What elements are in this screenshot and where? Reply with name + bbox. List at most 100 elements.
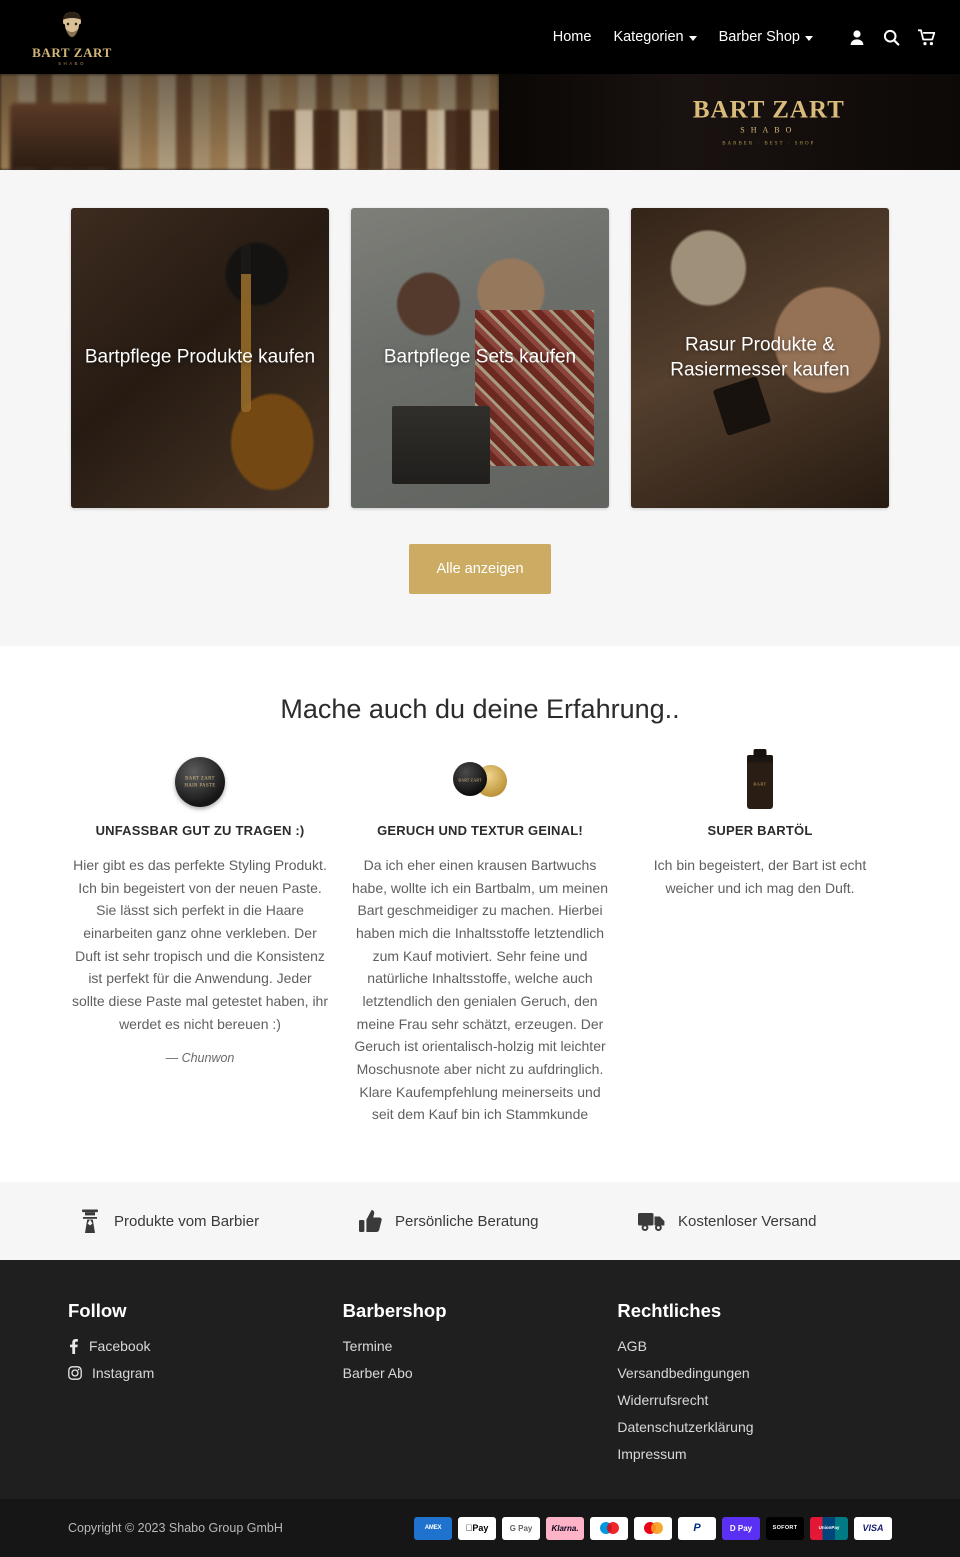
- footer-link-datenschutzerklaerung[interactable]: Datenschutzerklärung: [617, 1419, 892, 1435]
- cart-icon[interactable]: [918, 28, 936, 46]
- footer-column-title: Follow: [68, 1300, 127, 1322]
- chevron-down-icon: [805, 35, 813, 41]
- testimonial-item: BART ZART GERUCH UND TEXTUR GEINAL! Da i…: [351, 753, 609, 1142]
- payment-icon-shop-pay: D Pay: [722, 1516, 760, 1540]
- footer-link-label: AGB: [617, 1338, 647, 1355]
- instagram-icon: [68, 1366, 82, 1380]
- footer-link-impressum[interactable]: Impressum: [617, 1446, 892, 1462]
- footer-link-label: Facebook: [89, 1338, 151, 1355]
- search-icon[interactable]: [883, 29, 900, 46]
- category-card-bartpflege-produkte[interactable]: Bartpflege Produkte kaufen: [71, 208, 329, 508]
- payment-icon-sofort: SOFORT: [766, 1516, 804, 1540]
- logo-subtext: SHABO: [58, 60, 86, 66]
- payment-icon-visa: VISA: [854, 1516, 892, 1540]
- testimonial-heading: SUPER BARTÖL: [707, 823, 813, 838]
- testimonial-body: Ich bin begeistert, der Bart ist echt we…: [653, 857, 867, 896]
- feature-persoenliche-beratung: Persönliche Beratung: [340, 1208, 620, 1234]
- footer-column-rechtliches: Rechtliches AGB Versandbedingungen Wider…: [617, 1300, 892, 1473]
- hero-sign-sub: SHABO: [740, 125, 798, 135]
- footer-link-label: Instagram: [92, 1365, 155, 1382]
- account-icon[interactable]: [849, 29, 865, 46]
- bearded-man-logo-icon: [55, 9, 89, 45]
- payment-icon-maestro: [590, 1516, 628, 1540]
- testimonials-list: BART ZART HAIR PASTE UNFASSBAR GUT ZU TRA…: [0, 753, 960, 1142]
- footer-link-agb[interactable]: AGB: [617, 1338, 892, 1354]
- category-section: Bartpflege Produkte kaufen Bartpflege Se…: [0, 170, 960, 646]
- footer-columns: Follow Facebook Instagram Barbershop Ter…: [0, 1300, 960, 1473]
- feature-label: Kostenloser Versand: [678, 1212, 817, 1230]
- hero-banner: BART ZART SHABO BARBER · BEST · SHOP: [0, 74, 960, 170]
- footer-column-title: Rechtliches: [617, 1300, 722, 1322]
- footer-column-follow: Follow Facebook Instagram: [68, 1300, 343, 1473]
- site-logo[interactable]: BART ZART SHABO: [24, 0, 120, 74]
- footer-column-title: Barbershop: [342, 1300, 447, 1322]
- payment-icon-amex: AMEX: [414, 1516, 452, 1540]
- footer-link-label: Impressum: [617, 1446, 687, 1463]
- bottle-label-text: BART: [753, 781, 767, 787]
- hero-sign-badge: BARBER · BEST · SHOP: [722, 141, 816, 147]
- payment-icon-apple-pay: Pay: [458, 1516, 496, 1540]
- footer-link-versandbedingungen[interactable]: Versandbedingungen: [617, 1365, 892, 1381]
- category-card-list: Bartpflege Produkte kaufen Bartpflege Se…: [0, 208, 960, 508]
- footer-link-facebook[interactable]: Facebook: [68, 1338, 343, 1354]
- thumbs-up-icon: [358, 1209, 383, 1233]
- nav-item-barber-shop-label: Barber Shop: [718, 29, 800, 45]
- tin-label-text: BART ZART HAIR PASTE: [184, 776, 216, 788]
- feature-produkte-vom-barbier: Produkte vom Barbier: [60, 1208, 340, 1234]
- barber-icon: [78, 1208, 102, 1234]
- payment-icon-paypal: P: [678, 1516, 716, 1540]
- hero-sign-main: BART ZART: [692, 96, 845, 124]
- feature-label: Persönliche Beratung: [395, 1212, 539, 1230]
- nav-item-kategorien[interactable]: Kategorien: [613, 29, 697, 45]
- site-footer: Follow Facebook Instagram Barbershop Ter…: [0, 1260, 960, 1500]
- hero-logo-sign: BART ZART SHABO BARBER · BEST · SHOP: [693, 98, 845, 147]
- testimonials-section: Mache auch du deine Erfahrung.. BART ZAR…: [0, 646, 960, 1183]
- category-card-rasur-produkte[interactable]: Rasur Produkte & Rasiermesser kaufen: [631, 208, 889, 508]
- category-card-label: Bartpflege Produkte kaufen: [84, 346, 316, 368]
- black-hair-paste-tin-image: BART ZART HAIR PASTE: [71, 753, 329, 811]
- open-beard-balm-tin-image: BART ZART: [351, 753, 609, 811]
- footer-column-barbershop: Barbershop Termine Barber Abo: [343, 1300, 618, 1473]
- footer-link-termine[interactable]: Termine: [343, 1338, 618, 1354]
- logo-wordmark: BART ZART: [32, 44, 112, 60]
- footer-bottom-bar: Copyright © 2023 Shabo Group GmbH AMEX …: [0, 1499, 960, 1557]
- footer-link-barber-abo[interactable]: Barber Abo: [343, 1365, 618, 1381]
- product-tin-shape: BART ZART HAIR PASTE: [175, 757, 225, 807]
- testimonial-heading: GERUCH UND TEXTUR GEINAL!: [377, 823, 583, 838]
- site-header: BART ZART SHABO Home Kategorien Barber S…: [0, 0, 960, 74]
- payment-icon-google-pay: G Pay: [502, 1516, 540, 1540]
- testimonial-item: BART ZART HAIR PASTE UNFASSBAR GUT ZU TRA…: [71, 753, 329, 1065]
- testimonial-body: Da ich eher einen krausen Bartwuchs habe…: [351, 857, 609, 1123]
- feature-kostenloser-versand: Kostenloser Versand: [620, 1208, 900, 1234]
- testimonial-item: BART SUPER BARTÖL Ich bin begeistert, de…: [631, 753, 889, 915]
- footer-link-label: Datenschutzerklärung: [617, 1419, 754, 1436]
- tin-lid-label: BART ZART: [458, 777, 482, 783]
- category-card-label: Bartpflege Sets kaufen: [383, 346, 577, 368]
- copyright-text: Copyright © 2023 Shabo Group GmbH: [68, 1521, 283, 1536]
- testimonial-heading: UNFASSBAR GUT ZU TRAGEN :): [95, 823, 305, 838]
- payment-icon-mastercard: [634, 1516, 672, 1540]
- tin-lid-shape: BART ZART: [453, 762, 487, 796]
- open-tin-shape: BART ZART: [453, 759, 507, 805]
- category-cta-wrapper: Alle anzeigen: [0, 544, 960, 594]
- footer-link-widerrufsrecht[interactable]: Widerrufsrecht: [617, 1392, 892, 1408]
- footer-link-label: Versandbedingungen: [617, 1365, 750, 1382]
- chevron-down-icon: [688, 35, 697, 41]
- testimonial-body: Hier gibt es das perfekte Styling Produk…: [71, 857, 329, 1032]
- testimonials-title: Mache auch du deine Erfahrung..: [280, 694, 680, 724]
- footer-link-instagram[interactable]: Instagram: [68, 1365, 343, 1381]
- footer-link-label: Barber Abo: [342, 1365, 413, 1382]
- nav-item-kategorien-label: Kategorien: [613, 29, 684, 45]
- product-bottle-shape: BART: [747, 755, 773, 809]
- testimonial-author: — Chunwon: [165, 1051, 235, 1066]
- features-bar: Produkte vom Barbier Persönliche Beratun…: [0, 1182, 960, 1261]
- category-card-bartpflege-sets[interactable]: Bartpflege Sets kaufen: [351, 208, 609, 508]
- payment-icon-klarna: Klarna.: [546, 1516, 584, 1540]
- footer-link-label: Widerrufsrecht: [617, 1392, 709, 1409]
- nav-item-home[interactable]: Home: [553, 29, 592, 45]
- delivery-truck-icon: [638, 1210, 666, 1232]
- facebook-icon: [68, 1338, 79, 1354]
- header-icon-group: [849, 28, 936, 46]
- alle-anzeigen-button[interactable]: Alle anzeigen: [409, 544, 551, 594]
- nav-item-barber-shop[interactable]: Barber Shop: [719, 29, 813, 45]
